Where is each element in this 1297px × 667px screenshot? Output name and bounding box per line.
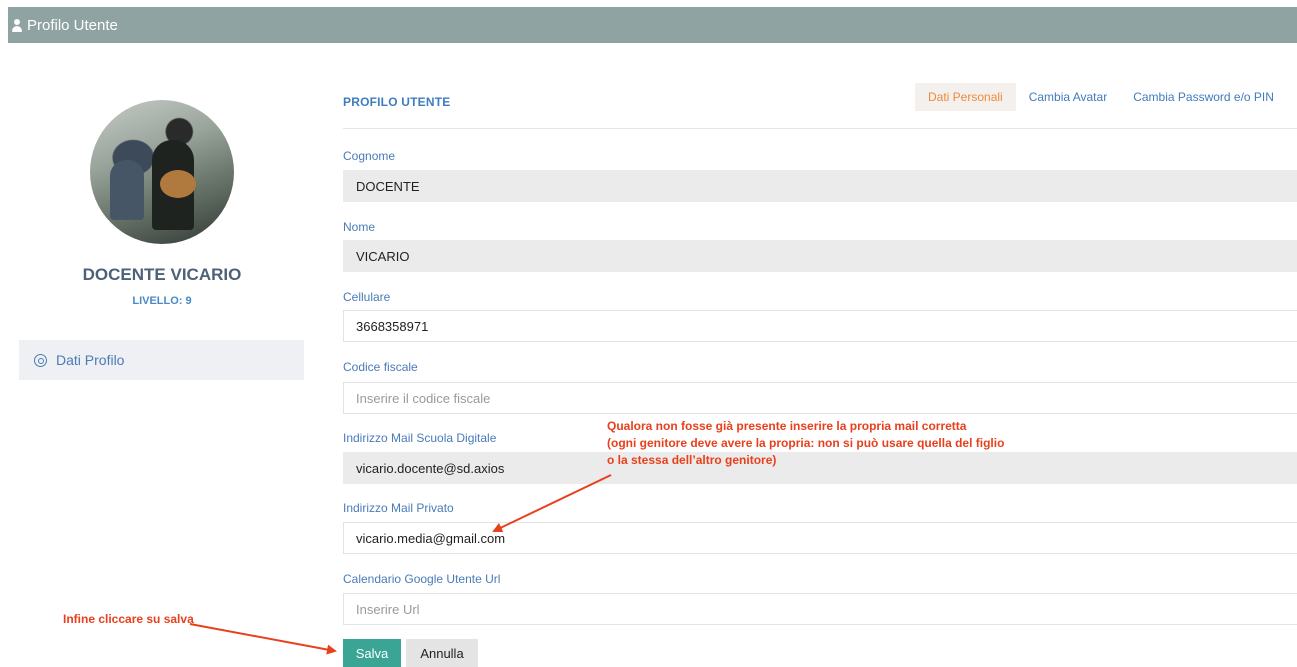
- codice-fiscale-label: Codice fiscale: [343, 360, 418, 374]
- save-button[interactable]: Salva: [343, 639, 401, 667]
- codice-fiscale-input[interactable]: Inserire il codice fiscale: [343, 382, 1297, 414]
- cognome-label: Cognome: [343, 149, 396, 163]
- mail-privato-input[interactable]: vicario.media@gmail.com: [343, 522, 1297, 554]
- nome-label: Nome: [343, 220, 376, 234]
- calendario-label: Calendario Google Utente Url: [343, 572, 501, 586]
- divider: [343, 128, 1297, 129]
- user-icon: [10, 18, 24, 32]
- save-annotation: Infine cliccare su salva: [63, 612, 194, 626]
- cognome-field: DOCENTE: [343, 170, 1297, 202]
- user-level: LIVELLO: 9: [132, 295, 192, 307]
- panel-title: PROFILO UTENTE: [343, 95, 451, 109]
- tab-cambia-password[interactable]: Cambia Password e/o PIN: [1120, 83, 1287, 111]
- gear-icon: [34, 353, 47, 367]
- page-title: Profilo Utente: [27, 16, 118, 34]
- profile-tabs: Dati Personali Cambia Avatar Cambia Pass…: [915, 83, 1287, 111]
- sidebar-item-label: Dati Profilo: [56, 352, 125, 368]
- mail-annotation: Qualora non fosse già presente inserire …: [607, 418, 1004, 469]
- mail-privato-label: Indirizzo Mail Privato: [343, 501, 454, 515]
- tab-dati-personali[interactable]: Dati Personali: [915, 83, 1016, 111]
- cellulare-input[interactable]: 3668358971: [343, 310, 1297, 342]
- avatar: [90, 100, 234, 244]
- mail-scuola-label: Indirizzo Mail Scuola Digitale: [343, 431, 497, 445]
- sidebar-item-dati-profilo[interactable]: Dati Profilo: [19, 340, 304, 380]
- user-name: DOCENTE VICARIO: [82, 265, 242, 284]
- save-arrow: [189, 623, 337, 655]
- tab-cambia-avatar[interactable]: Cambia Avatar: [1016, 83, 1121, 111]
- mail-annotation-line-3: o la stessa dell’altro genitore): [607, 453, 777, 467]
- calendario-url-input[interactable]: Inserire Url: [343, 593, 1297, 625]
- mail-annotation-line-1: Qualora non fosse già presente inserire …: [607, 419, 967, 433]
- cancel-button[interactable]: Annulla: [406, 639, 478, 667]
- cellulare-label: Cellulare: [343, 290, 391, 304]
- nome-field: VICARIO: [343, 240, 1297, 272]
- mail-annotation-line-2: (ogni genitore deve avere la propria: no…: [607, 436, 1005, 450]
- page-header: Profilo Utente: [8, 7, 1297, 43]
